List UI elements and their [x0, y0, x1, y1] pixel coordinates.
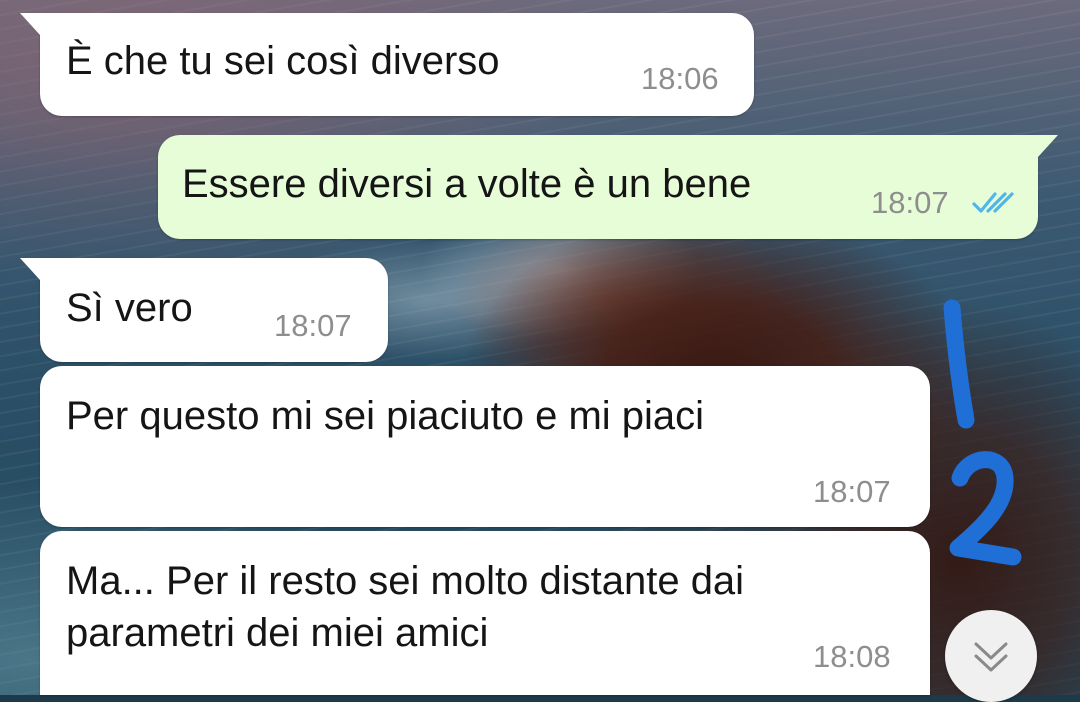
annotation-digit-1 — [943, 299, 975, 429]
scroll-to-bottom-button[interactable] — [945, 610, 1037, 702]
double-chevron-down-icon — [974, 642, 1008, 672]
annotation-digit-2 — [949, 451, 1022, 566]
handwritten-annotations — [943, 299, 1022, 566]
